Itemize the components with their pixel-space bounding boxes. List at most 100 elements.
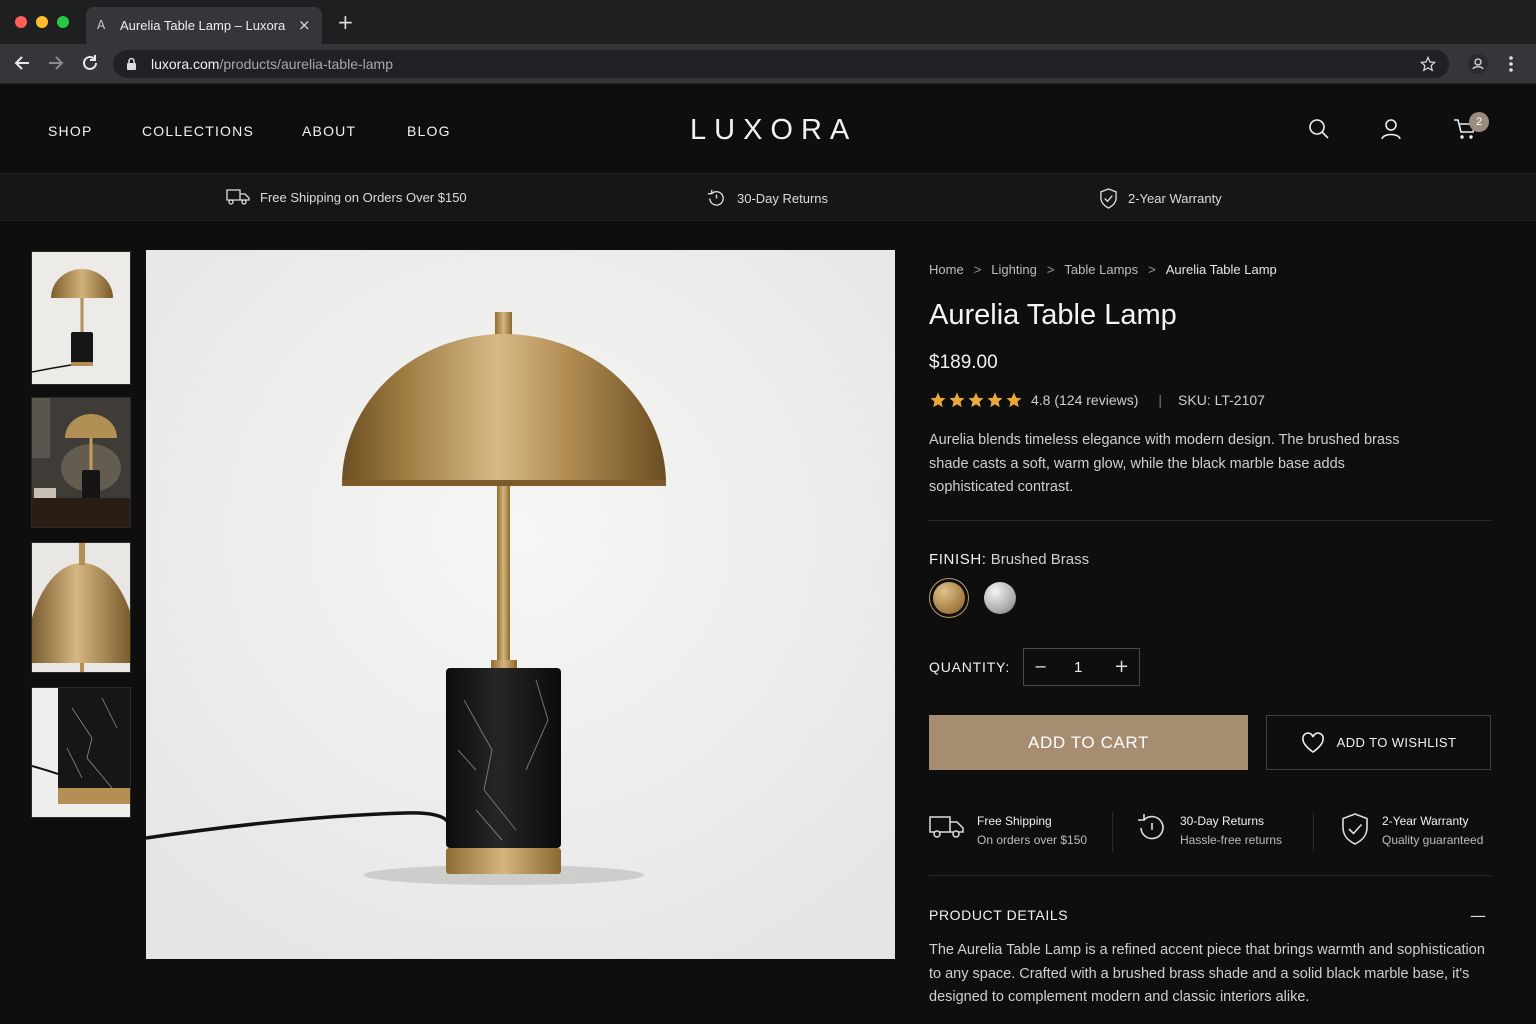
url-text: luxora.com/products/aurelia-table-lamp: [151, 56, 393, 72]
shield-icon: [1100, 188, 1117, 209]
rating-text[interactable]: 4.8 (124 reviews): [1031, 392, 1138, 408]
finish-label-title: FINISH:: [929, 551, 987, 568]
finish-label: FINISH: Brushed Brass: [929, 551, 1089, 568]
star-filled-icon: [949, 392, 965, 408]
feature-title: Free Shipping: [977, 814, 1052, 828]
product-details-text: The Aurelia Table Lamp is a refined acce…: [929, 942, 1485, 1005]
address-bar[interactable]: luxora.com/products/aurelia-table-lamp: [113, 50, 1449, 78]
quantity-increment-button[interactable]: +: [1114, 656, 1129, 677]
profile-icon[interactable]: [1468, 54, 1488, 74]
minimize-window-button[interactable]: [36, 16, 48, 28]
product-title: Aurelia Table Lamp: [929, 299, 1177, 331]
breadcrumb-home[interactable]: Home: [929, 262, 964, 277]
main-product-image[interactable]: [146, 250, 895, 959]
lock-icon: [127, 57, 136, 70]
maximize-window-button[interactable]: [57, 16, 69, 28]
add-to-wishlist-button[interactable]: ADD TO WISHLIST: [1266, 715, 1491, 770]
quantity-input[interactable]: 1: [1074, 659, 1082, 676]
browser-tab[interactable]: A Aurelia Table Lamp – Luxora ×: [86, 7, 322, 44]
reload-icon[interactable]: [81, 53, 99, 73]
breadcrumb-lighting[interactable]: Lighting: [991, 262, 1037, 277]
search-icon[interactable]: [1308, 118, 1330, 140]
feature-title: 2-Year Warranty: [1382, 814, 1469, 828]
swatch-chrome[interactable]: [984, 582, 1016, 614]
finish-selected-value: Brushed Brass: [990, 551, 1090, 568]
breadcrumb-separator: >: [973, 262, 982, 277]
feature-text: Free Shipping On orders over $150: [977, 812, 1087, 850]
favicon-icon: A: [97, 18, 106, 32]
room-thumbnail-image: [32, 398, 130, 527]
heart-icon: [1301, 731, 1324, 753]
close-window-button[interactable]: [15, 16, 27, 28]
nav-collections[interactable]: COLLECTIONS: [142, 123, 254, 139]
benefit-bar: Free Shipping on Orders Over $150 30-Day…: [0, 173, 1536, 221]
breadcrumb-separator: >: [1148, 262, 1156, 277]
feature-divider: [1112, 812, 1113, 852]
feature-free-shipping: Free Shipping On orders over $150: [929, 812, 1087, 850]
product-price: $189.00: [929, 352, 998, 373]
benefit-warranty-label: 2-Year Warranty: [1128, 191, 1222, 206]
site-header: SHOP COLLECTIONS ABOUT BLOG LUXORA: [0, 84, 1536, 173]
feature-text: 30-Day Returns Hassle-free returns: [1180, 812, 1282, 850]
star-filled-icon: [930, 392, 946, 408]
returns-icon: [707, 189, 724, 206]
quantity-label: QUANTITY:: [929, 659, 1011, 675]
feature-returns: 30-Day Returns Hassle-free returns: [1136, 812, 1282, 850]
breadcrumb-current: Aurelia Table Lamp: [1165, 262, 1277, 277]
thumbnail-lamp-front[interactable]: [31, 251, 131, 385]
tab-title: Aurelia Table Lamp – Luxora: [120, 18, 286, 33]
breadcrumb-table-lamps[interactable]: Table Lamps: [1064, 262, 1138, 277]
benefit-shipping: Free Shipping on Orders Over $150: [226, 188, 467, 206]
feature-text: 2-Year Warranty Quality guaranteed: [1382, 812, 1483, 850]
thumbnail-shade-closeup[interactable]: [31, 542, 131, 673]
benefit-shipping-label: Free Shipping on Orders Over $150: [260, 189, 467, 205]
product-description: Aurelia blends timeless elegance with mo…: [929, 432, 1400, 495]
browser-tab-strip: A Aurelia Table Lamp – Luxora × +: [0, 0, 1536, 44]
star-filled-icon: [987, 392, 1003, 408]
benefit-warranty: 2-Year Warranty: [1099, 188, 1222, 209]
site-logo[interactable]: LUXORA: [690, 114, 857, 147]
forward-icon[interactable]: [47, 53, 65, 73]
add-to-cart-button[interactable]: ADD TO CART: [929, 715, 1248, 770]
nav-about[interactable]: ABOUT: [302, 123, 356, 139]
divider: [929, 875, 1491, 876]
star-rating[interactable]: [929, 391, 1023, 409]
star-icon[interactable]: [1420, 56, 1436, 72]
menu-icon[interactable]: [1508, 54, 1514, 74]
cart-count-badge: 2: [1469, 112, 1489, 132]
benefit-returns-label: 30-Day Returns: [737, 191, 829, 206]
shield-icon: [1342, 813, 1368, 845]
product-details-heading[interactable]: PRODUCT DETAILS: [929, 907, 1068, 923]
thumbnail-lamp-on-table[interactable]: [31, 397, 131, 528]
quantity-decrement-button[interactable]: −: [1034, 657, 1047, 676]
quantity-stepper: − 1 +: [1023, 648, 1140, 686]
back-icon[interactable]: [13, 53, 31, 73]
account-icon[interactable]: [1380, 118, 1402, 140]
thumbnail-marble-base[interactable]: [31, 687, 131, 818]
nav-shop[interactable]: SHOP: [48, 123, 92, 139]
rating-divider: |: [1158, 392, 1163, 408]
new-tab-button[interactable]: +: [337, 12, 354, 32]
sku-text: SKU: LT-2107: [1178, 392, 1265, 408]
nav-blog[interactable]: BLOG: [407, 123, 451, 139]
truck-icon: [226, 189, 250, 205]
feature-subtitle: Quality guaranteed: [1382, 833, 1484, 847]
breadcrumb-separator: >: [1046, 262, 1055, 277]
feature-warranty: 2-Year Warranty Quality guaranteed: [1340, 812, 1483, 850]
star-filled-icon: [1006, 392, 1022, 408]
lamp-hero-image: [146, 250, 895, 959]
truck-icon: [929, 816, 964, 838]
breadcrumb: Home > Lighting > Table Lamps > Aurelia Table …: [929, 262, 1277, 277]
feature-subtitle: Hassle-free returns: [1180, 833, 1283, 847]
swatch-brushed-brass[interactable]: [933, 582, 965, 614]
marble-thumbnail-image: [32, 688, 130, 804]
tab-close-icon[interactable]: ×: [298, 16, 311, 34]
collapse-icon[interactable]: —: [1470, 906, 1486, 925]
benefit-returns: 30-Day Returns: [706, 188, 828, 209]
wishlist-label: ADD TO WISHLIST: [1336, 735, 1457, 750]
browser-toolbar: luxora.com/products/aurelia-table-lamp: [0, 44, 1536, 84]
star-filled-icon: [968, 392, 984, 408]
shade-thumbnail-image: [32, 543, 130, 672]
lamp-thumbnail-image: [32, 269, 113, 373]
returns-icon: [1138, 814, 1164, 840]
